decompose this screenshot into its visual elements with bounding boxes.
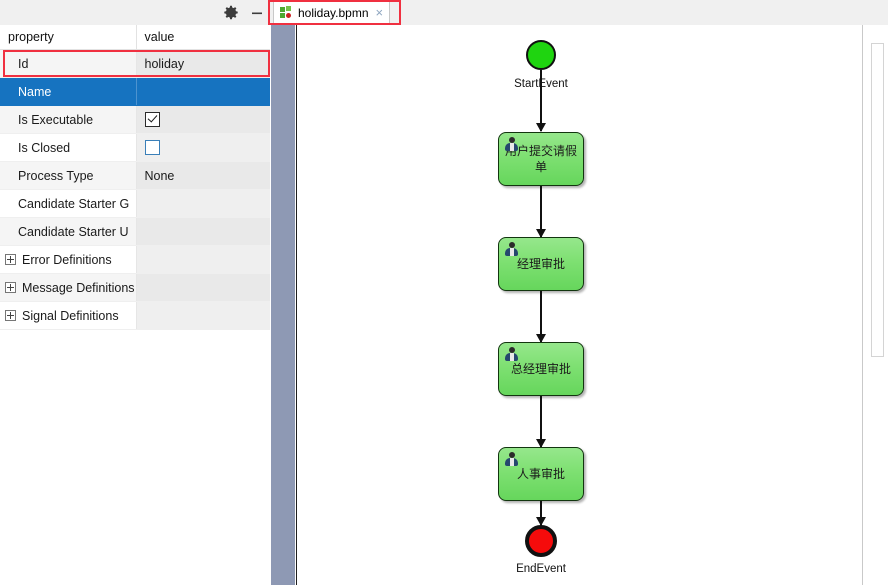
- property-name-label: Name: [18, 84, 52, 99]
- scrollbar-thumb[interactable]: [871, 43, 884, 357]
- table-row[interactable]: Process Type None: [0, 161, 270, 190]
- close-icon[interactable]: ×: [376, 6, 384, 19]
- property-value-cell[interactable]: None: [136, 161, 270, 190]
- properties-view-toolbar: [0, 0, 270, 25]
- property-name-cell: Candidate Starter G: [0, 189, 137, 218]
- property-value-cell[interactable]: [136, 77, 270, 106]
- arrowhead-start-to-task1: [536, 123, 546, 132]
- property-name-cell: Error Definitions: [0, 245, 137, 274]
- expand-icon[interactable]: [5, 281, 16, 293]
- tab-label: holiday.bpmn: [298, 5, 369, 20]
- property-name-cell: Signal Definitions: [0, 301, 137, 330]
- property-value-cell[interactable]: holiday: [136, 49, 270, 78]
- property-name-label: Candidate Starter U: [18, 224, 129, 239]
- property-value-cell[interactable]: [136, 133, 270, 162]
- bpmn-canvas[interactable]: StartEvent 用户提交请假单 经理审批 总经理审批: [297, 25, 862, 585]
- checkbox-checked-icon[interactable]: [144, 112, 160, 128]
- property-name-cell: Message Definitions: [0, 273, 137, 302]
- application-window: holiday.bpmn × property value Id holiday N…: [0, 0, 888, 585]
- checkbox-unchecked-icon[interactable]: [144, 140, 160, 156]
- property-name-label: Is Executable: [18, 112, 94, 127]
- property-value-cell[interactable]: [136, 217, 270, 246]
- property-name-label: Signal Definitions: [22, 308, 119, 323]
- table-row[interactable]: Id holiday: [0, 49, 270, 78]
- property-name-label: Is Closed: [18, 140, 71, 155]
- editor-tab-strip: holiday.bpmn ×: [270, 0, 888, 25]
- node-user-task-3[interactable]: 总经理审批: [498, 342, 584, 396]
- expand-icon[interactable]: [5, 309, 16, 321]
- property-name-label: Message Definitions: [22, 280, 135, 295]
- properties-panel: property value Id holiday Name Is Executabl…: [0, 25, 270, 585]
- table-row[interactable]: Candidate Starter G: [0, 189, 270, 218]
- canvas-vertical-scrollbar[interactable]: [863, 25, 888, 585]
- table-row[interactable]: Message Definitions: [0, 273, 270, 302]
- property-name-cell: Is Closed: [0, 133, 137, 162]
- user-task-icon: [504, 242, 519, 257]
- user-task-icon: [504, 137, 519, 152]
- property-name-cell: Id: [0, 49, 137, 78]
- node-user-task-2[interactable]: 经理审批: [498, 237, 584, 291]
- property-name-label: Process Type: [18, 168, 94, 183]
- tab-holiday-bpmn[interactable]: holiday.bpmn ×: [273, 1, 391, 23]
- task-label: 经理审批: [516, 257, 565, 271]
- property-name-label: Id: [18, 56, 29, 71]
- expand-icon[interactable]: [5, 253, 16, 265]
- user-task-icon: [504, 452, 519, 467]
- splitter-thumb[interactable]: [271, 25, 295, 585]
- task-label: 人事审批: [516, 467, 565, 481]
- table-header-row: property value: [0, 25, 270, 50]
- property-value-cell[interactable]: [136, 245, 270, 274]
- property-value-cell[interactable]: [136, 301, 270, 330]
- table-row[interactable]: Is Closed: [0, 133, 270, 162]
- bpmn-file-icon: [280, 6, 293, 19]
- property-value-text: holiday: [144, 56, 185, 71]
- column-header-value: value: [136, 25, 270, 50]
- user-task-icon: [504, 347, 519, 362]
- property-name-label: Error Definitions: [22, 252, 112, 267]
- table-row[interactable]: Name: [0, 77, 270, 106]
- table-row[interactable]: Candidate Starter U: [0, 217, 270, 246]
- table-row[interactable]: Is Executable: [0, 105, 270, 134]
- minimize-icon[interactable]: [248, 4, 266, 22]
- task-label: 总经理审批: [510, 362, 571, 376]
- property-value-cell[interactable]: [136, 189, 270, 218]
- property-value-text: None: [144, 168, 175, 183]
- table-row[interactable]: Signal Definitions: [0, 301, 270, 330]
- property-name-cell: Is Executable: [0, 105, 137, 134]
- table-row[interactable]: Error Definitions: [0, 245, 270, 274]
- flow-start-to-task1: [540, 70, 542, 131]
- node-user-task-1[interactable]: 用户提交请假单: [498, 132, 584, 186]
- node-end-event[interactable]: [525, 525, 557, 557]
- panel-splitter[interactable]: [270, 25, 297, 585]
- column-header-property: property: [0, 25, 137, 50]
- node-start-event[interactable]: [526, 40, 556, 70]
- property-name-label: Candidate Starter G: [18, 196, 130, 211]
- label-end-event: EndEvent: [516, 563, 566, 575]
- node-user-task-4[interactable]: 人事审批: [498, 447, 584, 501]
- gear-icon[interactable]: [222, 4, 240, 22]
- property-name-cell: Name: [0, 77, 137, 106]
- properties-table: property value Id holiday Name Is Executabl…: [0, 25, 270, 330]
- property-name-cell: Candidate Starter U: [0, 217, 137, 246]
- property-value-cell[interactable]: [136, 273, 270, 302]
- property-value-cell[interactable]: [136, 105, 270, 134]
- property-name-cell: Process Type: [0, 161, 137, 190]
